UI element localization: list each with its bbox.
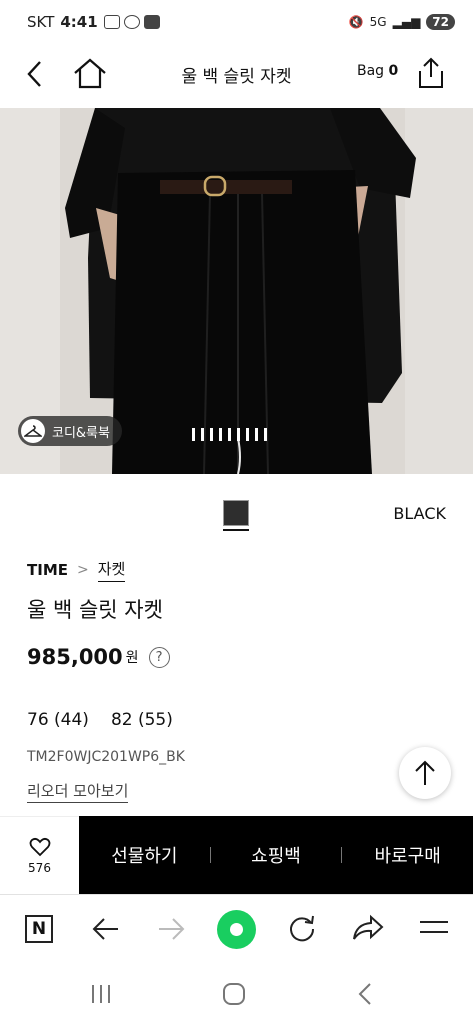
menu-icon[interactable] (419, 919, 449, 937)
notification-icons (103, 15, 160, 29)
reorder-link[interactable]: 리오더 모아보기 (27, 780, 129, 803)
product-code: TM2F0WJC201WP6_BK (27, 749, 185, 765)
bag-label: Bag (357, 63, 385, 79)
action-buttons: 선물하기 쇼핑백 바로구매 (79, 816, 473, 894)
browser-toolbar: N (0, 894, 473, 964)
codi-label: 코디&룩북 (52, 425, 110, 441)
price-help-icon[interactable]: ? (148, 646, 170, 668)
bag-count: 0 (388, 63, 399, 79)
page-indicator (246, 428, 249, 441)
buy-now-button[interactable]: 바로구매 (342, 842, 473, 868)
reload-icon[interactable] (287, 913, 317, 943)
swatch-selected-underline (223, 529, 249, 531)
page-indicator (219, 428, 222, 441)
share-icon[interactable] (416, 56, 446, 90)
price: 985,000 (27, 645, 123, 669)
page-indicator (228, 428, 231, 441)
image-pagination (192, 428, 267, 441)
naver-n-button[interactable]: N (25, 915, 53, 943)
clock: 4:41 (60, 13, 98, 31)
bag-link[interactable]: Bag 0 (357, 63, 398, 79)
chevron-right-icon: > (77, 562, 89, 578)
mute-icon: 🔇 (348, 15, 364, 29)
add-to-bag-button[interactable]: 쇼핑백 (211, 842, 342, 868)
carrier: SKT (27, 13, 55, 31)
back-nav-icon[interactable] (356, 982, 374, 1006)
gift-button[interactable]: 선물하기 (79, 842, 210, 868)
arrow-up-icon (415, 760, 435, 785)
page-indicator (237, 428, 240, 441)
top-header: 울 백 슬릿 자켓 Bag 0 (0, 44, 473, 108)
page-indicator (264, 428, 267, 441)
browser-share-icon[interactable] (352, 914, 384, 942)
scroll-top-button[interactable] (399, 747, 451, 799)
talk-icon (123, 15, 140, 29)
page-indicator (192, 428, 195, 441)
system-nav-bar (0, 964, 473, 1024)
page-title: 울 백 슬릿 자켓 (181, 67, 292, 87)
screenshot-icon (103, 15, 120, 29)
browser-back-icon[interactable] (92, 915, 120, 943)
size-option[interactable]: 82 (55) (111, 710, 173, 730)
browser-home-button[interactable] (217, 910, 256, 949)
page-indicator (255, 428, 258, 441)
like-count: 576 (28, 860, 51, 875)
dot-icon (230, 923, 243, 936)
page-indicator (210, 428, 213, 441)
network-label: 5G (369, 15, 387, 29)
color-name: BLACK (393, 504, 446, 523)
battery-indicator: 72 (426, 14, 455, 30)
codi-lookbook-button[interactable]: 코디&룩북 (18, 416, 122, 446)
like-button[interactable]: 576 (0, 816, 79, 894)
currency: 원 (125, 650, 139, 666)
product-name: 울 백 슬릿 자켓 (27, 598, 163, 622)
status-bar: SKT 4:41 🔇 5G ▂▄▆ 72 (0, 0, 473, 44)
recent-apps-icon[interactable] (90, 983, 114, 1005)
home-nav-icon[interactable] (222, 982, 246, 1006)
browser-forward-icon[interactable] (157, 915, 185, 943)
message-icon (143, 15, 160, 29)
signal-icon: ▂▄▆ (392, 15, 421, 29)
brand-link[interactable]: TIME (27, 561, 68, 579)
hanger-icon (21, 419, 45, 443)
purchase-bar: 576 선물하기 쇼핑백 바로구매 (0, 816, 473, 894)
breadcrumb: TIME > 자켓 (27, 558, 126, 582)
category-link[interactable]: 자켓 (97, 558, 126, 582)
color-swatch[interactable] (223, 500, 249, 526)
price-row: 985,000 원 ? (27, 645, 170, 669)
page-indicator (201, 428, 204, 441)
size-list: 76 (44) 82 (55) (27, 710, 173, 730)
heart-icon (29, 837, 50, 856)
size-option[interactable]: 76 (44) (27, 710, 89, 730)
